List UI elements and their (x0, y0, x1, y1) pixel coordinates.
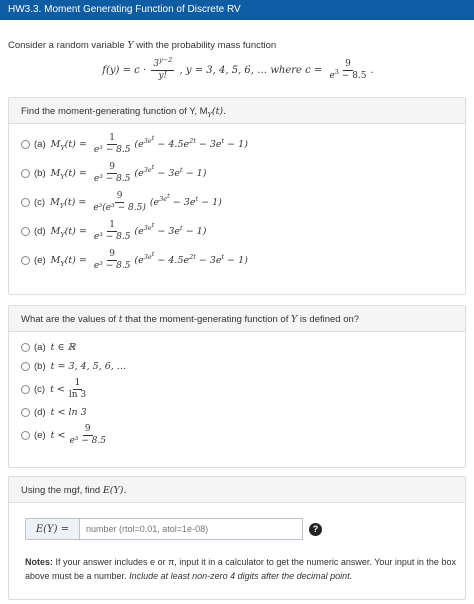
answer-notes: Notes: If your answer includes e or π, i… (25, 557, 456, 581)
mgf-question-prompt: Find the moment-generating function of Y… (9, 98, 465, 124)
expectation-question-prompt: Using the mgf, find E(Y). (9, 477, 465, 503)
radio-button[interactable] (21, 140, 30, 149)
domain-option-c[interactable]: (c) t < 1 ln 3 (21, 376, 453, 403)
question-title-bar: HW3.3. Moment Generating Function of Dis… (0, 0, 474, 20)
answer-prefix: E(Y) = (25, 518, 79, 540)
mgf-option-a[interactable]: (a) MY(t) = 1 e³ − 8.5 (e3et − 4.5e2t − 3e… (21, 130, 453, 159)
problem-intro: Consider a random variable Y with the pr… (8, 40, 468, 81)
radio-button[interactable] (21, 343, 30, 352)
answer-row: E(Y) = ? (25, 518, 322, 540)
pmf-fraction: 3y−2 y! (151, 56, 175, 81)
domain-option-d[interactable]: (d) t < ln 3 (21, 403, 453, 422)
mgf-option-e[interactable]: (e) MY(t) = 9 e³ − 8.5 (e3et − 4.5e2t − 3e… (21, 246, 453, 275)
domain-option-a[interactable]: (a) t ∈ ℝ (21, 338, 453, 357)
radio-button[interactable] (21, 227, 30, 236)
mgf-question-panel: Find the moment-generating function of Y… (8, 97, 466, 295)
domain-option-e[interactable]: (e) t < 9 e³ − 8.5 (21, 422, 453, 449)
c-fraction: 9 e3 − 8.5 (329, 59, 367, 81)
mgf-options: (a) MY(t) = 1 e³ − 8.5 (e3et − 4.5e2t − 3e… (9, 124, 465, 275)
radio-button[interactable] (21, 198, 30, 207)
radio-button[interactable] (21, 385, 30, 394)
help-icon[interactable]: ? (309, 522, 322, 536)
mgf-option-c[interactable]: (c) MY(t) = 9 e³(e³ − 8.5) (e3et − 3et − 1… (21, 188, 453, 217)
intro-text: Consider a random variable Y with the pr… (8, 40, 277, 51)
domain-question-panel: What are the values of t that the moment… (8, 305, 466, 468)
radio-button[interactable] (21, 408, 30, 417)
mgf-option-b[interactable]: (b) MY(t) = 9 e³ − 8.5 (e3et − 3et − 1) (21, 159, 453, 188)
radio-button[interactable] (21, 169, 30, 178)
radio-button[interactable] (21, 256, 30, 265)
pmf-formula: f(y) = c · 3y−2 y! , y = 3, 4, 5, 6, … w… (102, 56, 374, 81)
question-title: HW3.3. Moment Generating Function of Dis… (8, 4, 241, 15)
radio-button[interactable] (21, 431, 30, 440)
radio-button[interactable] (21, 362, 30, 371)
mgf-option-d[interactable]: (d) MY(t) = 1 e³ − 8.5 (e3et − 3et − 1) (21, 217, 453, 246)
domain-question-prompt: What are the values of t that the moment… (9, 306, 465, 332)
expectation-question-panel: Using the mgf, find E(Y). E(Y) = ? Notes… (8, 476, 466, 600)
answer-input[interactable] (79, 518, 303, 540)
domain-option-b[interactable]: (b) t = 3, 4, 5, 6, … (21, 357, 453, 376)
domain-options: (a) t ∈ ℝ (b) t = 3, 4, 5, 6, … (c) t < … (9, 332, 465, 449)
